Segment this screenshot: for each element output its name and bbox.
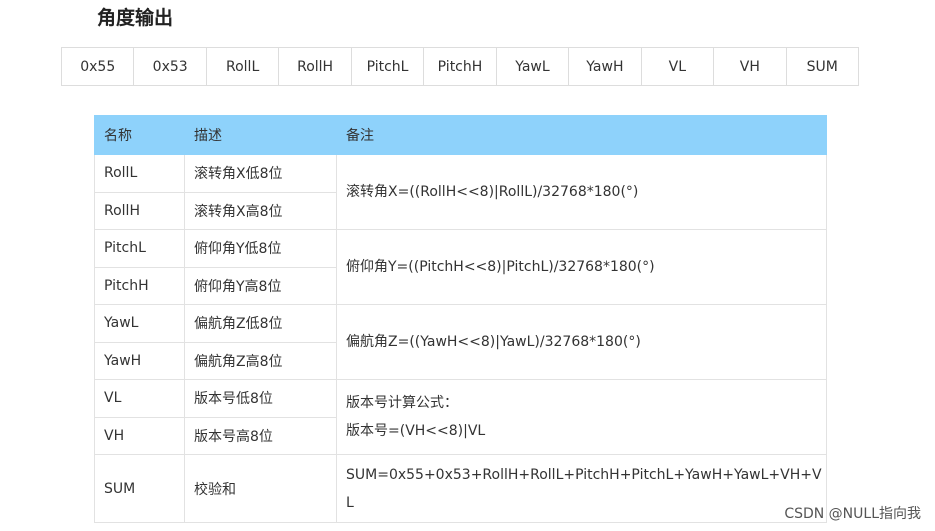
- field-name-cell: YawL: [94, 304, 185, 343]
- field-description-table: 名称 描述 备注 RollL 滚转角X低8位 滚转角X=((RollH<<8)|…: [94, 115, 827, 523]
- note-line: SUM=0x55+0x53+RollH+RollL+PitchH+PitchL+…: [346, 466, 822, 483]
- frame-byte-cell: PitchL: [350, 47, 425, 86]
- frame-byte-cell: RollH: [278, 47, 352, 86]
- note-line: 滚转角X=((RollH<<8)|RollL)/32768*180(°): [346, 184, 639, 200]
- table-header-row: 名称 描述 备注: [94, 115, 827, 155]
- field-desc-cell: 偏航角Z高8位: [184, 341, 337, 380]
- note-line: 版本号=(VH<<8)|VL: [346, 423, 486, 439]
- note-cell-roll: 滚转角X=((RollH<<8)|RollL)/32768*180(°): [336, 154, 827, 230]
- field-desc-cell: 滚转角X低8位: [184, 154, 337, 193]
- field-name-cell: PitchH: [94, 266, 185, 305]
- column-header-name: 名称: [94, 115, 185, 155]
- field-desc-cell: 校验和: [184, 454, 337, 523]
- note-cell-version: 版本号计算公式： 版本号=(VH<<8)|VL: [336, 379, 827, 455]
- frame-byte-cell: 0x55: [60, 47, 135, 86]
- field-name-cell: RollL: [94, 154, 185, 193]
- note-line: 俯仰角Y=((PitchH<<8)|PitchL)/32768*180(°): [346, 259, 655, 275]
- note-cell-checksum: SUM=0x55+0x53+RollH+RollL+PitchH+PitchL+…: [336, 454, 827, 523]
- table-row: PitchL 俯仰角Y低8位 俯仰角Y=((PitchH<<8)|PitchL)…: [94, 229, 827, 305]
- field-desc-cell: 俯仰角Y高8位: [184, 266, 337, 305]
- note-cell-pitch: 俯仰角Y=((PitchH<<8)|PitchL)/32768*180(°): [336, 229, 827, 305]
- frame-byte-cell: PitchH: [423, 47, 497, 86]
- column-header-note: 备注: [336, 115, 827, 155]
- watermark-text: CSDN @NULL指向我: [784, 506, 921, 522]
- frame-byte-cell: SUM: [785, 47, 860, 86]
- field-desc-cell: 版本号高8位: [184, 416, 337, 455]
- field-desc-cell: 偏航角Z低8位: [184, 304, 337, 343]
- note-cell-yaw: 偏航角Z=((YawH<<8)|YawL)/32768*180(°): [336, 304, 827, 380]
- table-row: VL 版本号低8位 版本号计算公式： 版本号=(VH<<8)|VL: [94, 379, 827, 455]
- frame-byte-cell: RollL: [205, 47, 280, 86]
- frame-byte-cell: VL: [640, 47, 715, 86]
- field-name-cell: SUM: [94, 454, 185, 523]
- section-title: 角度输出: [97, 7, 174, 29]
- table-row: RollL 滚转角X低8位 滚转角X=((RollH<<8)|RollL)/32…: [94, 154, 827, 230]
- field-name-cell: RollH: [94, 191, 185, 230]
- note-line: L: [346, 494, 354, 511]
- frame-byte-cell: VH: [713, 47, 787, 86]
- field-desc-cell: 俯仰角Y低8位: [184, 229, 337, 268]
- field-desc-cell: 版本号低8位: [184, 379, 337, 418]
- field-name-cell: PitchL: [94, 229, 185, 268]
- frame-byte-cell: YawH: [568, 47, 642, 86]
- frame-format-table: 0x55 0x53 RollL RollH PitchL PitchH YawL…: [60, 47, 860, 86]
- frame-byte-row: 0x55 0x53 RollL RollH PitchL PitchH YawL…: [60, 47, 860, 86]
- column-header-description: 描述: [184, 115, 337, 155]
- table-row: YawL 偏航角Z低8位 偏航角Z=((YawH<<8)|YawL)/32768…: [94, 304, 827, 380]
- frame-byte-cell: YawL: [495, 47, 570, 86]
- frame-byte-cell: 0x53: [133, 47, 207, 86]
- table-row: SUM 校验和 SUM=0x55+0x53+RollH+RollL+PitchH…: [94, 454, 827, 523]
- field-name-cell: VL: [94, 379, 185, 418]
- note-line: 版本号计算公式：: [346, 395, 458, 411]
- field-name-cell: VH: [94, 416, 185, 455]
- field-desc-cell: 滚转角X高8位: [184, 191, 337, 230]
- note-line: 偏航角Z=((YawH<<8)|YawL)/32768*180(°): [346, 334, 641, 350]
- field-name-cell: YawH: [94, 341, 185, 380]
